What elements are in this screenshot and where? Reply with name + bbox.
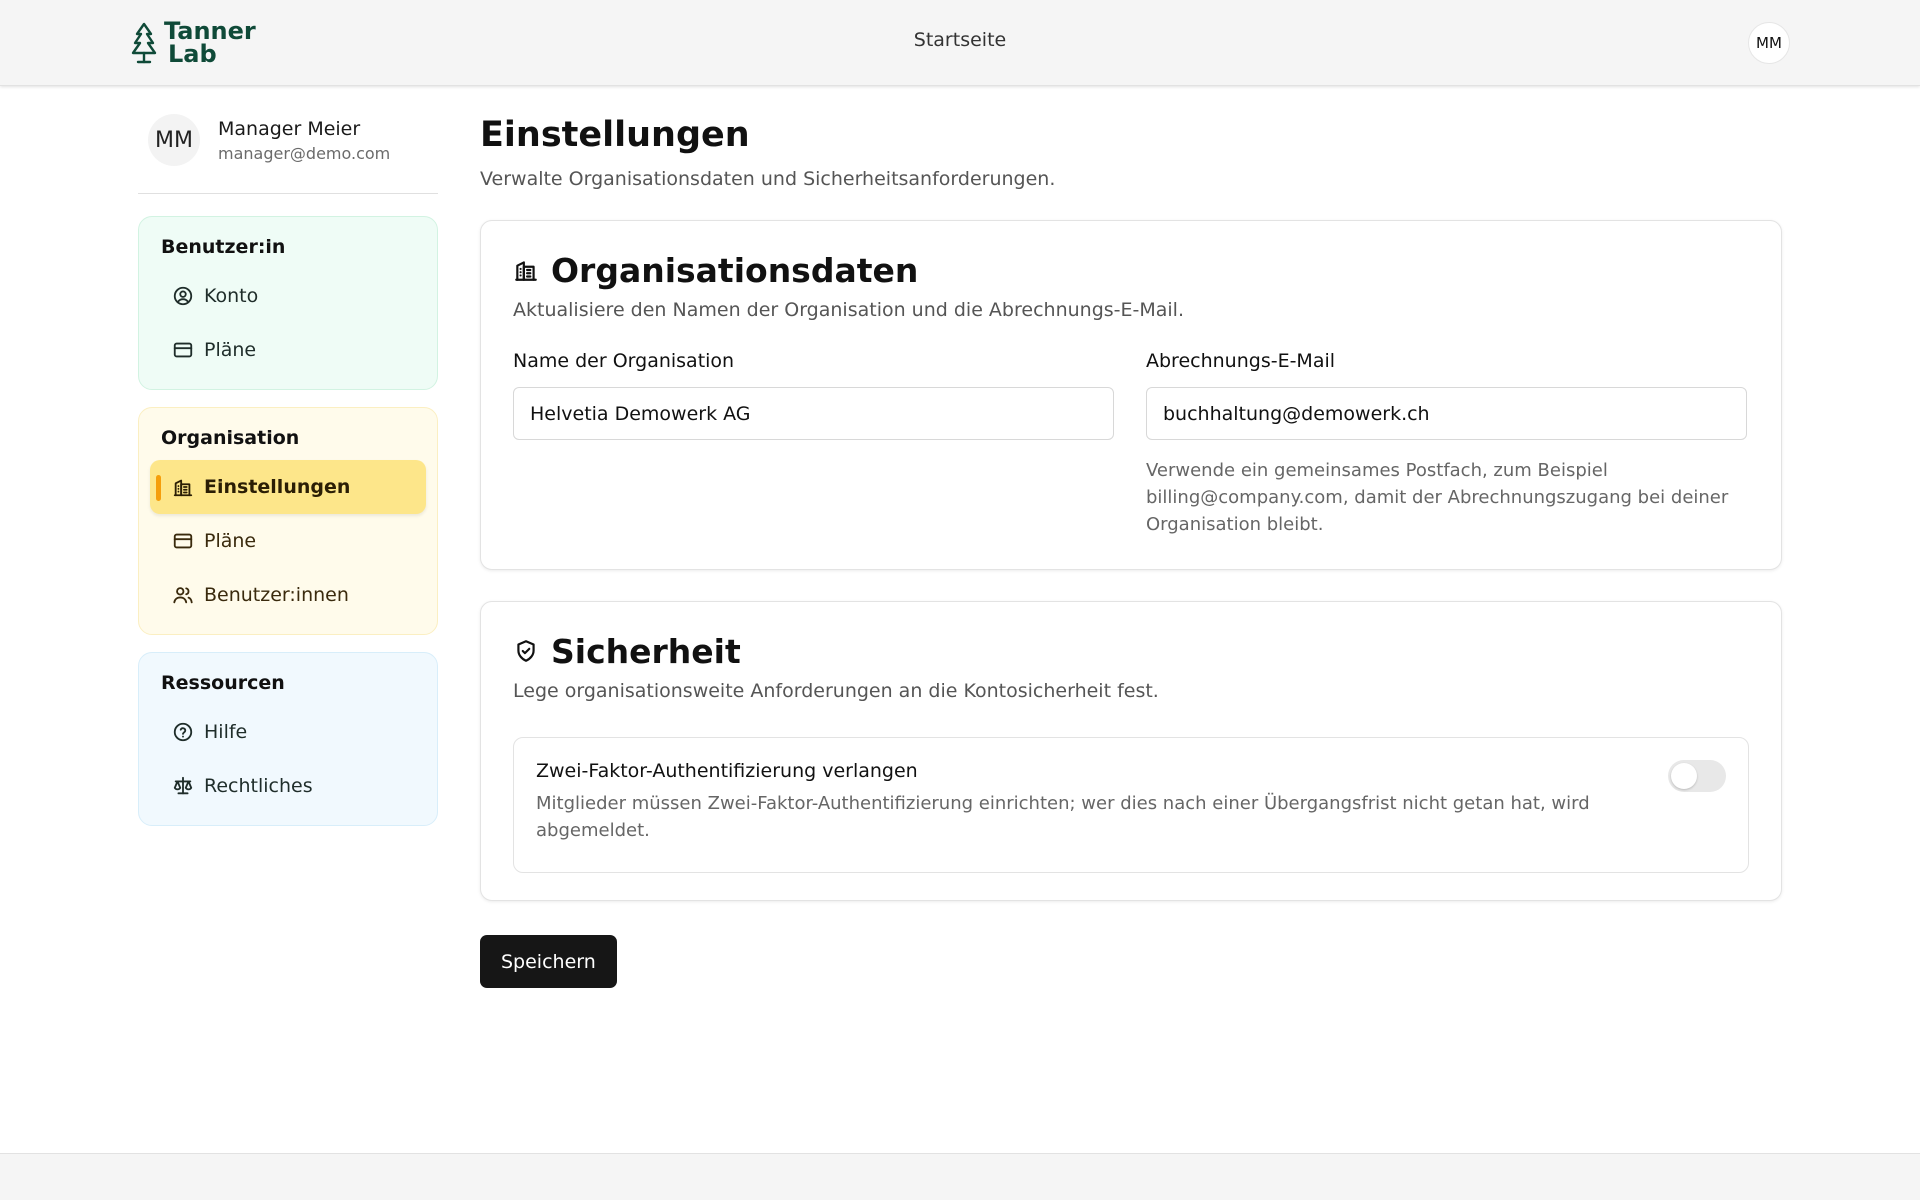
card-description: Lege organisationsweite Anforderungen an… [513,680,1159,702]
save-button[interactable]: Speichern [480,935,617,988]
org-fields: Name der Organisation Abrechnungs-E-Mail… [513,347,1749,538]
billing-email-hint: Verwende ein gemeinsames Postfach, zum B… [1146,460,1729,535]
sidebar-item-label: Konto [204,285,259,307]
credit-card-icon [173,533,193,549]
top-bar: Tanner Lab Startseite MM [0,0,1920,86]
sidebar-group-title: Organisation [161,427,300,449]
organisation-card: Organisationsdaten Aktualisiere den Name… [480,220,1782,570]
billing-email-input[interactable] [1146,387,1747,440]
logo[interactable]: Tanner Lab [130,19,256,68]
sidebar-item-users[interactable]: Benutzer:innen [150,568,426,622]
org-name-input[interactable] [513,387,1114,440]
twofa-description: Mitglieder müssen Zwei-Faktor-Authentifi… [536,793,1590,841]
sidebar-item-help[interactable]: Hilfe [150,705,426,759]
billing-email-field-group: Abrechnungs-E-Mail Verwende ein gemeinsa… [1146,347,1747,538]
sidebar-item-label: Pläne [204,339,257,361]
billing-email-label: Abrechnungs-E-Mail [1146,350,1336,372]
sidebar-item-account[interactable]: Konto [150,269,426,323]
building-icon [515,261,537,281]
sidebar-group-user: Benutzer:in Konto Pläne [138,216,438,390]
footer [0,1153,1920,1200]
page-title: Einstellungen [480,115,750,155]
sidebar-item-label: Benutzer:innen [204,584,349,606]
profile-info: Manager Meier manager@demo.com [218,118,390,163]
sidebar-item-label: Einstellungen [204,476,351,498]
sidebar-group-title: Benutzer:in [161,236,286,258]
profile-name: Manager Meier [218,117,361,140]
logo-text: Tanner Lab [164,19,256,68]
twofa-setting: Zwei-Faktor-Authentifizierung verlangen … [513,737,1749,873]
user-avatar-button[interactable]: MM [1748,22,1790,64]
sidebar-item-settings[interactable]: Einstellungen [150,460,426,514]
profile-email: manager@demo.com [218,143,391,163]
sidebar: MM Manager Meier manager@demo.com Benutz… [138,100,438,826]
help-circle-icon [173,722,193,742]
building-icon [173,479,193,497]
org-name-field-group: Name der Organisation [513,347,1114,538]
sidebar-divider [138,193,438,194]
sidebar-item-user-plans[interactable]: Pläne [150,323,426,377]
credit-card-icon [173,342,193,358]
page-description: Verwalte Organisationsdaten und Sicherhe… [480,168,1056,190]
sidebar-item-label: Pläne [204,530,257,552]
card-description: Aktualisiere den Namen der Organisation … [513,299,1185,321]
sidebar-group-organisation: Organisation Einstellungen Pläne Benutze… [138,407,438,635]
twofa-title: Zwei-Faktor-Authentifizierung verlangen [536,760,918,782]
card-header: Organisationsdaten [513,249,1749,291]
sidebar-item-label: Rechtliches [204,775,313,797]
shield-check-icon [517,640,535,662]
card-header: Sicherheit [513,630,1749,672]
nav-container: Startseite [0,29,1920,51]
toggle-knob [1671,763,1697,789]
sidebar-group-title: Ressourcen [161,672,285,694]
users-icon [173,587,193,604]
card-title: Organisationsdaten [551,250,919,290]
logo-line-2: Lab [168,40,217,68]
card-title: Sicherheit [551,631,741,671]
nav-home-link[interactable]: Startseite [914,29,1006,51]
tree-icon [131,22,157,64]
sidebar-item-org-plans[interactable]: Pläne [150,514,426,568]
sidebar-item-legal[interactable]: Rechtliches [150,759,426,813]
security-card: Sicherheit Lege organisationsweite Anfor… [480,601,1782,901]
scale-icon [173,776,193,795]
sidebar-group-resources: Ressourcen Hilfe Rechtliches [138,652,438,826]
twofa-toggle[interactable] [1668,760,1726,792]
sidebar-item-label: Hilfe [204,721,248,743]
main-content: Einstellungen Verwalte Organisationsdate… [480,110,1782,988]
profile-section: MM Manager Meier manager@demo.com [138,100,438,180]
profile-avatar: MM [148,114,200,166]
org-name-label: Name der Organisation [513,350,735,372]
user-circle-icon [173,286,193,306]
